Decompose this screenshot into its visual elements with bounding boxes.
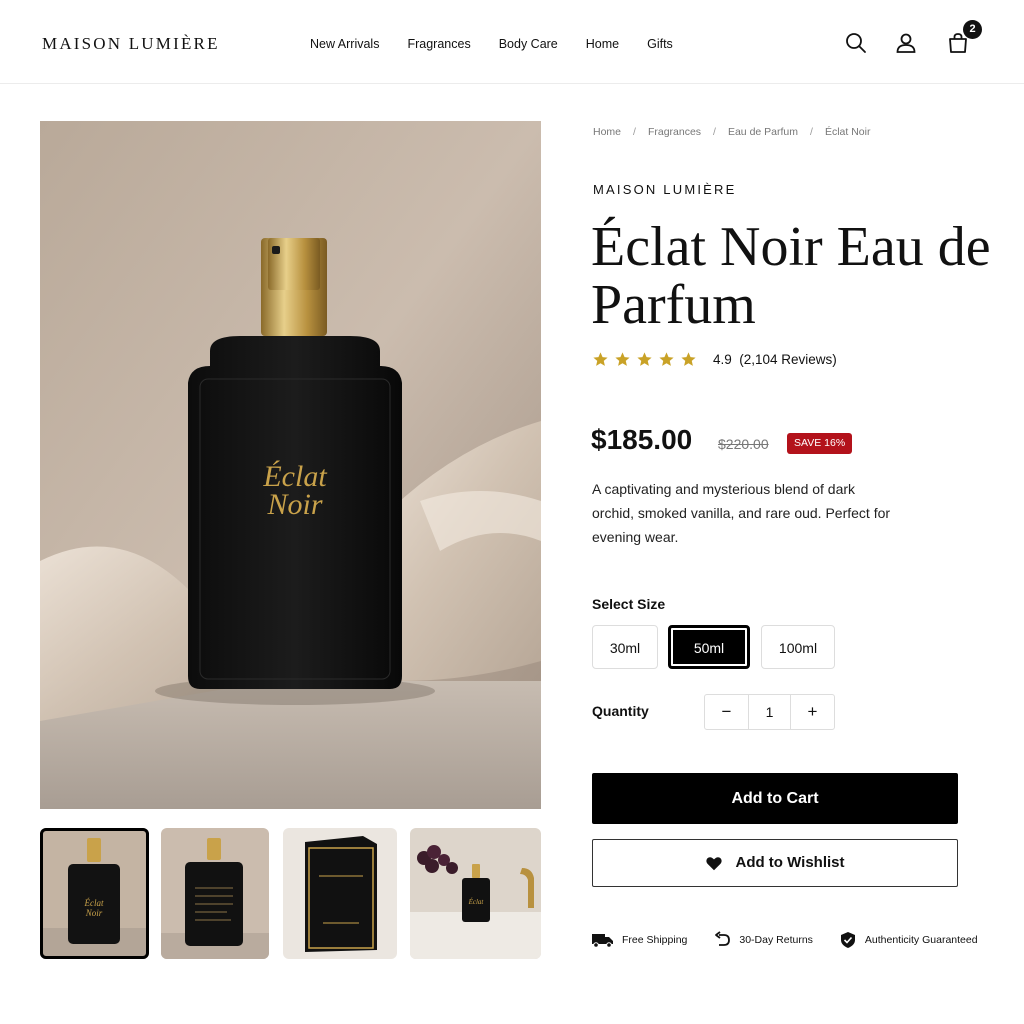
heart-icon [706,857,723,871]
product-description: A captivating and mysterious blend of da… [592,481,891,545]
feature-returns: 30-Day Returns [713,931,813,949]
search-icon[interactable] [844,31,868,55]
bottle-label-line2: Noir [266,488,322,521]
user-icon[interactable] [894,31,918,55]
original-price: $220.00 [718,436,769,452]
star-icon [637,352,652,366]
nav-fragrances[interactable]: Fragrances [407,37,470,51]
nav-gifts[interactable]: Gifts [647,37,673,51]
breadcrumb-current: Éclat Noir [824,126,871,138]
quantity-stepper: − 1 + [704,694,835,730]
nav-body-care[interactable]: Body Care [499,37,558,51]
nav-home[interactable]: Home [586,37,619,51]
star-icon [659,352,674,366]
size-option-100ml[interactable]: 100ml [761,625,835,669]
thumbnail-gift-box[interactable] [283,828,397,959]
star-icon [681,352,696,366]
thumbnail-bottle-front[interactable]: Éclat Noir [40,828,149,959]
product-main-image[interactable]: Éclat Noir [40,121,541,809]
size-option-50ml[interactable]: 50ml [668,625,750,669]
shield-check-icon [840,932,855,948]
star-icon [615,352,630,366]
add-to-wishlist-button[interactable]: Add to Wishlist [592,839,958,887]
site-header: MAISON LUMIÈRE New Arrivals Fragrances B… [0,0,1024,84]
product-title: Éclat Noir Eau de Parfum [591,216,991,336]
nav-new-arrivals[interactable]: New Arrivals [310,37,379,51]
quantity-value[interactable]: 1 [748,695,791,729]
feature-label: Authenticity Guaranteed [864,934,978,946]
cart-count-badge: 2 [963,20,982,39]
quantity-label: Quantity [592,703,649,719]
return-arrow-icon [715,931,731,946]
thumbnail-bottle-on-vanity[interactable]: Éclat [410,828,541,959]
size-option-30ml[interactable]: 30ml [592,625,658,669]
rating-stars [592,351,697,368]
size-label: Select Size [592,596,666,612]
discount-badge: SAVE 16% [787,433,853,454]
svg-text:Éclat: Éclat [468,898,485,906]
breadcrumb-separator: / [810,126,813,138]
rating-text: 4.9 (2,104 Reviews) [713,352,837,367]
product-rating[interactable]: 4.9 (2,104 Reviews) [592,351,837,368]
feature-free-shipping: Free Shipping [592,932,687,948]
feature-label: Free Shipping [622,934,688,946]
brand-logo[interactable]: MAISON LUMIÈRE [42,34,220,54]
breadcrumb: Home / Fragrances / Eau de Parfum / Écla… [593,126,870,138]
feature-authenticity: Authenticity Guaranteed [839,931,978,949]
feature-label: 30-Day Returns [739,934,813,946]
thumbnail-bottle-back[interactable] [161,828,269,959]
breadcrumb-home[interactable]: Home [593,126,621,138]
truck-icon [592,934,613,948]
breadcrumb-eau-de-parfum[interactable]: Eau de Parfum [728,126,798,138]
product-brand[interactable]: MAISON LUMIÈRE [593,182,736,197]
svg-text:Noir: Noir [85,908,103,918]
breadcrumb-fragrances[interactable]: Fragrances [648,126,701,138]
main-nav: New Arrivals Fragrances Body Care Home G… [310,37,701,51]
current-price: $185.00 [591,424,693,455]
breadcrumb-separator: / [713,126,716,138]
quantity-decrease-button[interactable]: − [705,695,748,729]
quantity-increase-button[interactable]: + [791,695,834,729]
product-features: Free Shipping 30-Day Returns Authenticit… [592,931,1004,949]
wishlist-label: Add to Wishlist [735,854,845,871]
breadcrumb-separator: / [633,126,636,138]
svg-text:Éclat: Éclat [84,898,104,908]
add-to-cart-button[interactable]: Add to Cart [592,773,958,824]
star-icon [593,352,608,366]
